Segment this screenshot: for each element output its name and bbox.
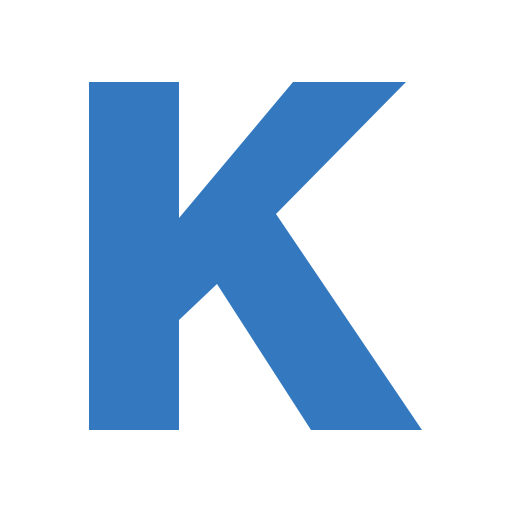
app-icon-canvas: K xyxy=(0,0,512,512)
k-glyph xyxy=(89,82,422,430)
letter-k-logo-icon: K xyxy=(89,82,422,430)
